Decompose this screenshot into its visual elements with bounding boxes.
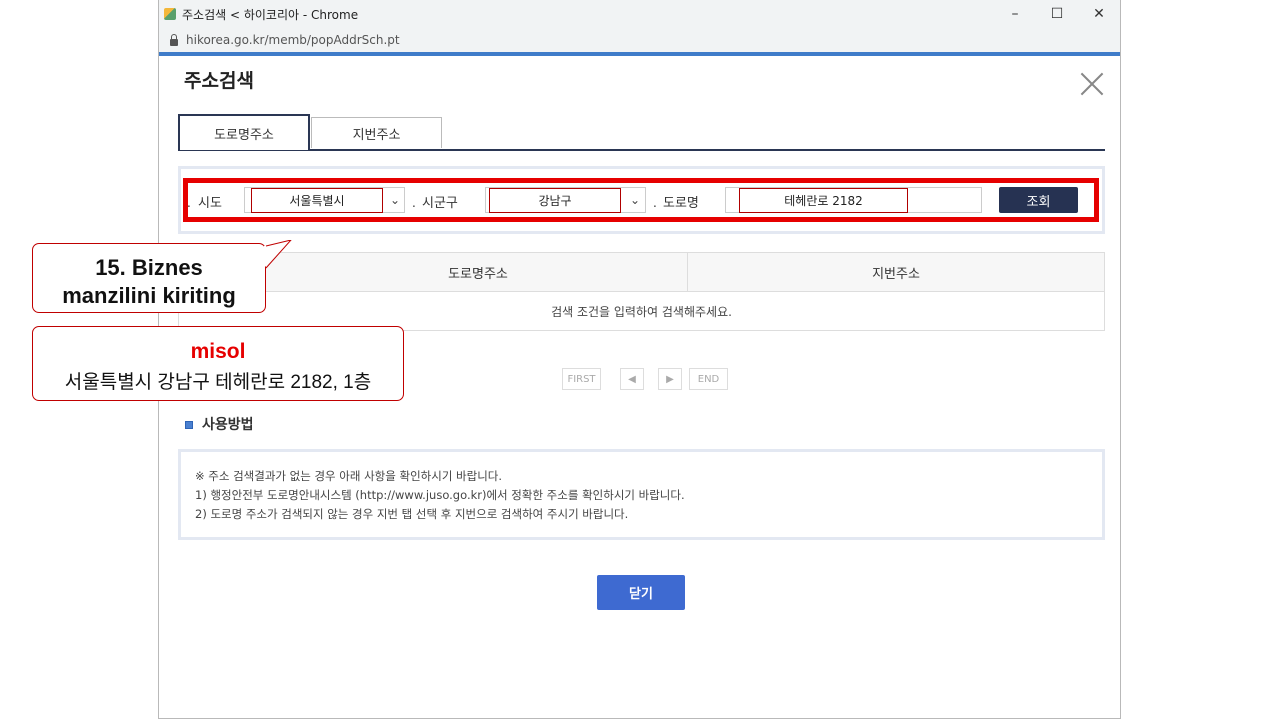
address-bar[interactable]: hikorea.go.kr/memb/popAddrSch.pt xyxy=(159,28,1120,53)
result-table: 도로명주소 지번주소 검색 조건을 입력하여 검색해주세요. xyxy=(178,252,1105,331)
maximize-icon[interactable]: ☐ xyxy=(1036,0,1078,28)
column-road-address: 도로명주소 xyxy=(448,266,508,282)
empty-result-message: 검색 조건을 입력하여 검색해주세요. xyxy=(551,304,732,319)
header-accent-line xyxy=(159,52,1120,56)
close-popup-icon[interactable] xyxy=(1080,72,1104,96)
pager-first-button[interactable]: FIRST xyxy=(562,368,601,390)
bullet-square-icon xyxy=(185,421,193,429)
column-lot-address: 지번주소 xyxy=(872,266,920,282)
url-text[interactable]: hikorea.go.kr/memb/popAddrSch.pt xyxy=(186,33,400,47)
step-title-line1: 15. Biznes xyxy=(95,255,203,280)
window-controls: – ☐ ✕ xyxy=(994,0,1120,28)
notice-line: 1) 행정안전부 도로명안내시스템 (http://www.juso.go.kr… xyxy=(195,488,685,502)
step-callout: 15. Biznes manzilini kiriting xyxy=(32,243,266,313)
example-keyword: misol xyxy=(190,340,246,363)
title-bar: 주소검색 < 하이코리아 - Chrome – ☐ ✕ xyxy=(159,0,1120,28)
example-callout: misol 서울특별시 강남구 테헤란로 2182, 1층 xyxy=(32,326,404,401)
highlight-frame xyxy=(183,178,1099,222)
pager-end-button[interactable]: END xyxy=(689,368,728,390)
result-table-header: 도로명주소 지번주소 xyxy=(179,253,1104,292)
callout-pointer xyxy=(264,240,292,269)
example-address: 서울특별시 강남구 테헤란로 2182, 1층 xyxy=(64,372,372,393)
site-favicon-icon xyxy=(164,8,176,20)
tab-road-address[interactable]: 도로명주소 xyxy=(178,114,310,150)
pager-prev-icon[interactable]: ◀ xyxy=(620,368,644,390)
howto-notice: ※ 주소 검색결과가 없는 경우 아래 사항을 확인하시기 바랍니다. 1) 행… xyxy=(178,449,1105,540)
pager-next-icon[interactable]: ▶ xyxy=(658,368,682,390)
step-title-line2: manzilini kiriting xyxy=(62,283,236,308)
minimize-icon[interactable]: – xyxy=(994,0,1036,28)
close-button[interactable]: 닫기 xyxy=(597,575,685,610)
window-title: 주소검색 < 하이코리아 - Chrome xyxy=(182,7,359,22)
tab-bar: 도로명주소 지번주소 xyxy=(178,114,1105,151)
tab-lot-address[interactable]: 지번주소 xyxy=(311,117,442,148)
howto-title: 사용방법 xyxy=(202,417,254,433)
notice-line: ※ 주소 검색결과가 없는 경우 아래 사항을 확인하시기 바랍니다. xyxy=(195,469,503,483)
close-window-icon[interactable]: ✕ xyxy=(1078,0,1120,28)
notice-line: 2) 도로명 주소가 검색되지 않는 경우 지번 탭 선택 후 지번으로 검색하… xyxy=(195,507,629,521)
lock-icon xyxy=(170,33,178,46)
popup-title: 주소검색 xyxy=(184,70,254,92)
